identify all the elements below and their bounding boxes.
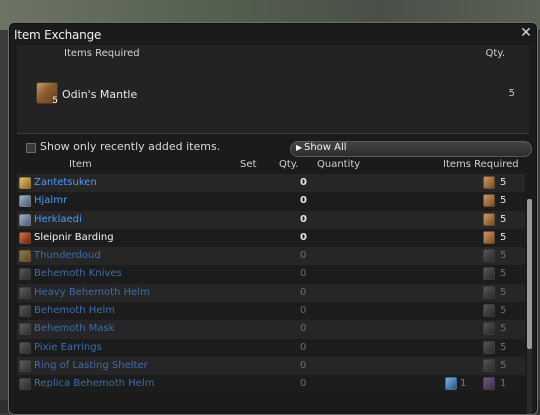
item-name: Behemoth Mask [34,323,115,335]
helm-icon [19,378,31,391]
col-qty[interactable]: Qty. [279,159,298,170]
item-exchange-window: Item Exchange ✕ Items Required Qty. 5 Od… [8,22,538,415]
recent-items-label: Show only recently added items. [40,140,221,153]
required-count: 5 [500,341,507,353]
required-count: 5 [500,305,507,317]
exchange-item-list: Zantetsuken 0 5 Hjalmr 0 5 Herklaedi 0 5… [17,174,525,414]
item-qty: 0 [300,305,307,317]
required-count: 5 [500,268,507,280]
list-item[interactable]: Herklaedi 0 5 [17,210,525,229]
item-qty: 0 [300,195,307,207]
mantle-icon[interactable] [483,304,495,318]
required-count: 5 [500,250,507,262]
col-item[interactable]: Item [69,159,92,170]
required-count: 5 [500,195,507,207]
list-item[interactable]: Replica Behemoth Helm 0 1 1 [17,375,525,394]
required-count: 5 [500,177,507,188]
list-item[interactable]: Heavy Behemoth Helm 0 5 [17,283,525,303]
column-headers: Item Set Qty. Quantity Items Required [9,158,537,173]
list-item[interactable]: Zantetsuken 0 5 [17,174,525,193]
item-name: Behemoth Helm [34,305,115,317]
dropdown-arrow-icon: ▶ [296,143,303,152]
item-qty: 0 [300,268,307,280]
show-all-label: Show All [304,142,347,153]
recent-items-checkbox[interactable] [26,143,36,153]
required-count: 5 [500,286,507,298]
required-item-name: Odin's Mantle [62,88,138,101]
barding-icon [19,231,31,244]
mantle-icon[interactable]: 5 [36,82,58,106]
item-name: Herklaedi [34,213,82,225]
mantle-icon[interactable] [483,358,495,372]
mask-icon [19,323,31,336]
mantle-icon[interactable] [483,322,495,336]
col-set[interactable]: Set [240,159,256,170]
list-item[interactable]: Ring of Lasting Shelter 0 5 [17,356,525,376]
sword-icon [19,177,31,189]
list-item[interactable]: Behemoth Helm 0 5 [17,302,525,321]
required-count: 5 [500,213,507,225]
item-qty: 0 [300,323,307,335]
helm-icon [19,286,31,299]
list-item[interactable]: Behemoth Knives 0 5 [17,265,525,284]
item-qty: 0 [300,231,307,243]
armor-icon [19,213,31,226]
item-name: Hjalmr [34,195,68,207]
list-item[interactable]: Sleipnir Barding 0 5 [17,228,525,248]
item-name: Sleipnir Barding [34,231,114,243]
mantle-icon[interactable] [483,230,495,244]
scrollbar-thumb[interactable] [527,199,532,349]
list-item[interactable]: Behemoth Mask 0 5 [17,320,525,339]
required-count: 5 [500,359,507,371]
list-item[interactable]: Hjalmr 0 5 [17,192,525,211]
qty-header: Qty. [485,48,505,59]
earrings-icon [19,341,31,354]
item-name: Heavy Behemoth Helm [34,286,150,298]
required-count: 5 [500,231,507,243]
mantle-icon[interactable] [483,249,495,263]
item-name: Zantetsuken [34,177,97,188]
weapon-icon [19,250,31,263]
required-count-secondary: 1 [460,378,467,390]
item-qty: 0 [300,177,307,188]
col-quantity[interactable]: Quantity [317,159,360,170]
material-icon[interactable] [445,377,457,391]
list-item[interactable]: Thunderdoud 0 5 [17,247,525,266]
col-items-required[interactable]: Items Required [443,159,519,170]
ring-icon [19,359,31,372]
list-item[interactable]: Pixie Earrings 0 5 [17,338,525,357]
helm-icon [19,305,31,318]
item-name: Ring of Lasting Shelter [34,359,148,371]
required-item-count: 5 [52,96,58,106]
items-required-panel: Items Required Qty. 5 Odin's Mantle 5 [17,45,529,134]
material-icon[interactable] [483,377,495,391]
items-required-header: Items Required [64,48,140,59]
item-name: Behemoth Knives [34,268,122,280]
item-name: Pixie Earrings [34,341,102,353]
close-icon[interactable]: ✕ [519,26,533,40]
required-count: 5 [500,323,507,335]
window-title: Item Exchange [14,28,102,42]
required-count: 1 [500,378,507,390]
item-qty: 0 [300,250,307,262]
mantle-icon[interactable] [483,267,495,281]
mantle-icon[interactable] [483,340,495,354]
item-name: Replica Behemoth Helm [34,378,155,390]
item-qty: 0 [300,359,307,371]
mantle-icon[interactable] [483,194,495,208]
list-scrollbar[interactable] [527,199,532,414]
show-all-dropdown[interactable]: ▶ Show All [290,141,532,157]
item-qty: 0 [300,378,307,390]
filter-row: Show only recently added items. ▶ Show A… [9,138,537,158]
item-qty: 0 [300,341,307,353]
mantle-icon[interactable] [483,212,495,226]
item-qty: 0 [300,286,307,298]
helm-icon [19,195,31,208]
mantle-icon[interactable] [483,176,495,189]
knives-icon [19,268,31,281]
required-item-qty: 5 [508,88,515,99]
item-name: Thunderdoud [34,250,101,262]
item-qty: 0 [300,213,307,225]
mantle-icon[interactable] [483,285,495,299]
